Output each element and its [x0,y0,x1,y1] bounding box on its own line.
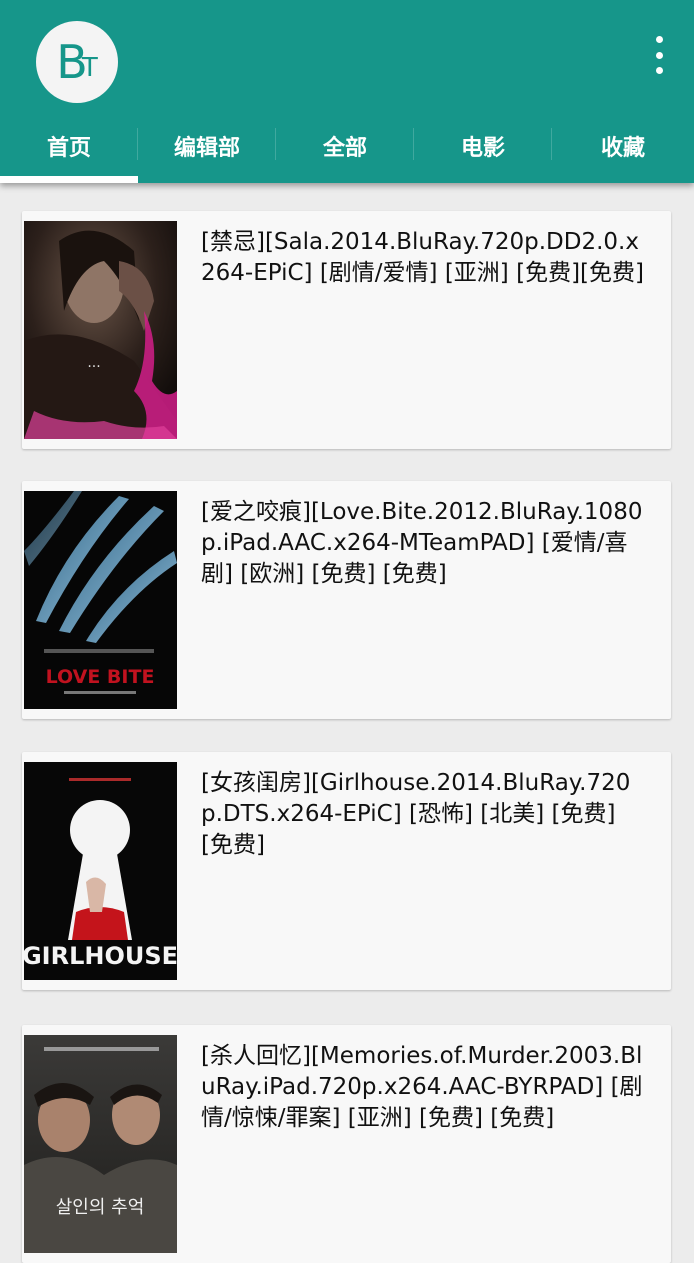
movie-title: [禁忌][Sala.2014.BluRay.720p.DD2.0.x264-EP… [201,229,644,286]
tab-label: 编辑部 [173,136,240,161]
movie-title: [女孩闺房][Girlhouse.2014.BluRay.720p.DTS.x2… [201,770,631,858]
movie-card[interactable]: ··· [禁忌][Sala.2014.BluRay.720p.DD2.0.x26… [22,211,671,449]
tab-label: 收藏 [600,136,645,161]
movie-title: [爱之咬痕][Love.Bite.2012.BluRay.1080p.iPad.… [201,499,643,587]
movie-poster-image: LOVE BITE [24,491,177,709]
movie-poster-image: 살인의 추억 [24,1035,177,1253]
poster-title-text: GIRLHOUSE [24,942,177,970]
tab-label: 全部 [322,136,367,161]
movie-card[interactable]: 살인의 추억 [杀人回忆][Memories.of.Murder.2003.Bl… [22,1025,671,1263]
tab-favorites[interactable]: 收藏 [552,118,694,183]
tab-all[interactable]: 全部 [276,118,414,183]
tab-label: 电影 [460,136,505,161]
svg-text:···: ··· [87,359,100,375]
movie-poster-image: GIRLHOUSE [24,762,177,980]
logo-letter-t: T [81,53,98,83]
app-logo[interactable]: BT [36,21,118,103]
tab-label: 首页 [46,136,91,161]
tab-editorial[interactable]: 编辑部 [138,118,276,183]
logo-letter-b: B [56,35,87,89]
tab-home[interactable]: 首页 [0,118,138,183]
movie-card[interactable]: LOVE BITE [爱之咬痕][Love.Bite.2012.BluRay.1… [22,481,671,719]
more-vert-icon[interactable] [644,36,674,74]
movie-title: [杀人回忆][Memories.of.Murder.2003.BluRay.iP… [201,1043,643,1131]
tab-bar: 首页 编辑部 全部 电影 收藏 [0,118,694,183]
poster-title-text: 살인의 추억 [56,1197,145,1218]
tab-movies[interactable]: 电影 [414,118,552,183]
poster-title-text: LOVE BITE [46,666,155,688]
tab-selected-indicator [0,176,138,183]
movie-poster-image: ··· [24,221,177,439]
movie-card[interactable]: GIRLHOUSE [女孩闺房][Girlhouse.2014.BluRay.7… [22,752,671,990]
app-bar: BT 首页 编辑部 全部 电影 收藏 [0,0,694,183]
